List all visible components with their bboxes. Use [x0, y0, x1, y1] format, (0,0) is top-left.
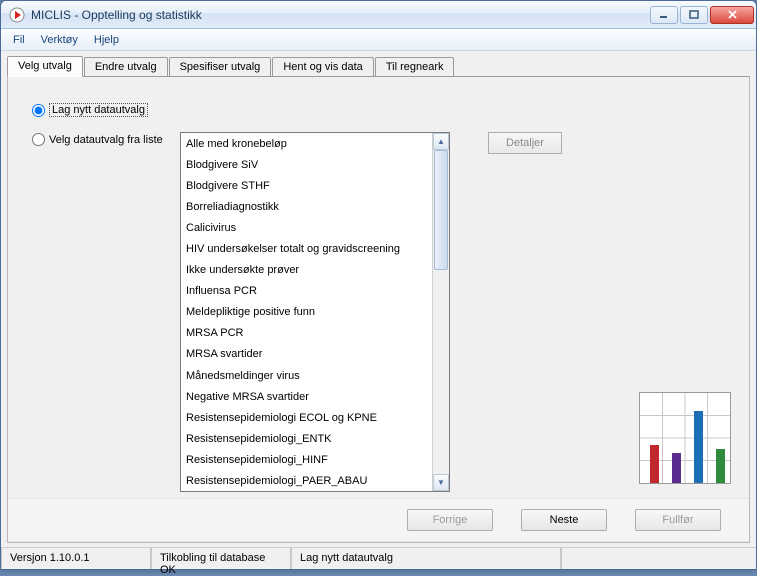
- list-item[interactable]: Influensa PCR: [183, 281, 430, 302]
- status-spacer: [561, 548, 756, 569]
- radio-new-selection[interactable]: [32, 104, 45, 117]
- list-item[interactable]: Negative MRSA svartider: [183, 387, 430, 408]
- status-message: Lag nytt datautvalg: [291, 548, 561, 569]
- list-item[interactable]: MRSA svartider: [183, 344, 430, 365]
- menu-bar: Fil Verktøy Hjelp: [1, 29, 756, 51]
- window-controls: [650, 6, 754, 24]
- bar-chart-icon: [640, 393, 730, 483]
- app-window: MICLIS - Opptelling og statistikk Fil Ve…: [0, 0, 757, 570]
- previous-button[interactable]: Forrige: [407, 509, 493, 531]
- list-item[interactable]: Resistensepidemiologi_HINF: [183, 450, 430, 471]
- tab-endre-utvalg[interactable]: Endre utvalg: [84, 57, 168, 77]
- tab-hent-og-vis-data[interactable]: Hent og vis data: [272, 57, 374, 77]
- scroll-thumb[interactable]: [434, 150, 448, 270]
- tab-spesifiser-utvalg[interactable]: Spesifiser utvalg: [169, 57, 272, 77]
- status-version: Versjon 1.10.0.1: [1, 548, 151, 569]
- status-bar: Versjon 1.10.0.1 Tilkobling til database…: [1, 547, 756, 569]
- status-db: Tilkobling til database OK: [151, 548, 291, 569]
- title-bar: MICLIS - Opptelling og statistikk: [1, 1, 756, 29]
- list-item[interactable]: HIV undersøkelser totalt og gravidscreen…: [183, 239, 430, 260]
- wizard-buttons: Forrige Neste Fullfør: [8, 498, 749, 542]
- menu-file[interactable]: Fil: [5, 31, 33, 49]
- tab-til-regneark[interactable]: Til regneark: [375, 57, 455, 77]
- scroll-up-button[interactable]: ▲: [433, 133, 449, 150]
- window-title: MICLIS - Opptelling og statistikk: [31, 8, 650, 22]
- scroll-down-button[interactable]: ▼: [433, 474, 449, 491]
- tab-bar: Velg utvalg Endre utvalg Spesifiser utva…: [1, 51, 756, 76]
- chart-thumbnail: [639, 392, 731, 484]
- list-item[interactable]: Calicivirus: [183, 218, 430, 239]
- menu-tools[interactable]: Verktøy: [33, 31, 86, 49]
- list-item[interactable]: Resistensepidemiologi_ENTK: [183, 429, 430, 450]
- list-item[interactable]: Blodgivere STHF: [183, 176, 430, 197]
- maximize-button[interactable]: [680, 6, 708, 24]
- selection-listbox[interactable]: Alle med kronebeløpBlodgivere SiVBlodgiv…: [180, 132, 450, 492]
- close-button[interactable]: [710, 6, 754, 24]
- list-item[interactable]: Resistensepidemiologi_PAER_ABAU: [183, 471, 430, 491]
- radio-new-selection-label: Lag nytt datautvalg: [49, 103, 148, 117]
- finish-button[interactable]: Fullfør: [635, 509, 721, 531]
- scroll-track[interactable]: [433, 150, 449, 474]
- radio-from-list[interactable]: [32, 133, 45, 146]
- next-button[interactable]: Neste: [521, 509, 607, 531]
- minimize-button[interactable]: [650, 6, 678, 24]
- radio-new-selection-row[interactable]: Lag nytt datautvalg: [32, 103, 148, 117]
- app-icon: [9, 7, 25, 23]
- content-panel: Lag nytt datautvalg Velg datautvalg fra …: [7, 76, 750, 543]
- details-button[interactable]: Detaljer: [488, 132, 562, 154]
- list-item[interactable]: Månedsmeldinger virus: [183, 366, 430, 387]
- radio-from-list-row[interactable]: Velg datautvalg fra liste: [32, 133, 163, 146]
- listbox-items[interactable]: Alle med kronebeløpBlodgivere SiVBlodgiv…: [181, 133, 432, 491]
- list-item[interactable]: MRSA PCR: [183, 323, 430, 344]
- list-item[interactable]: Meldepliktige positive funn: [183, 302, 430, 323]
- list-item[interactable]: Ikke undersøkte prøver: [183, 260, 430, 281]
- radio-from-list-label: Velg datautvalg fra liste: [49, 134, 163, 146]
- listbox-scrollbar[interactable]: ▲ ▼: [432, 133, 449, 491]
- list-item[interactable]: Borreliadiagnostikk: [183, 197, 430, 218]
- list-item[interactable]: Resistensepidemiologi ECOL og KPNE: [183, 408, 430, 429]
- list-item[interactable]: Alle med kronebeløp: [183, 134, 430, 155]
- tab-velg-utvalg[interactable]: Velg utvalg: [7, 56, 83, 77]
- menu-help[interactable]: Hjelp: [86, 31, 127, 49]
- list-item[interactable]: Blodgivere SiV: [183, 155, 430, 176]
- main-area: Lag nytt datautvalg Velg datautvalg fra …: [8, 77, 749, 498]
